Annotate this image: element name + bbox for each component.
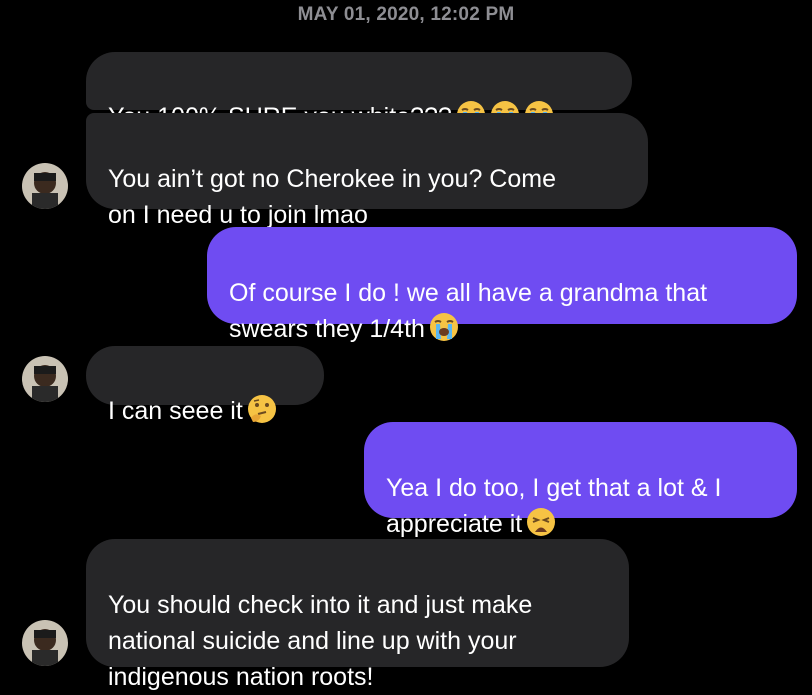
weary-face-icon [526,507,556,537]
thinking-face-icon [247,394,277,424]
conversation-timestamp: MAY 01, 2020, 12:02 PM [297,4,515,25]
loudly-crying-face-icon [429,312,459,342]
message-bubble-incoming[interactable]: You ain’t got no Cherokee in you? Come o… [86,113,648,229]
message-text: You should check into it and just make n… [108,591,533,691]
message-bubble-incoming[interactable]: You should check into it and just make n… [86,539,629,691]
message-text: Of course I do ! we all have a grandma t… [229,279,708,343]
message-text: You ain’t got no Cherokee in you? Come o… [108,165,556,229]
message-bubble-outgoing[interactable]: Yea I do too, I get that a lot & I appre… [364,422,797,538]
message-bubble-incoming[interactable]: You 100% SURE you white??? [86,52,632,131]
sender-avatar[interactable] [22,620,68,666]
message-bubble-outgoing[interactable]: Of course I do ! we all have a grandma t… [207,227,797,343]
sender-avatar[interactable] [22,356,68,402]
message-bubble-incoming[interactable]: I can seee it [86,346,324,425]
sender-avatar[interactable] [22,163,68,209]
message-text: I can seee it [108,397,243,425]
